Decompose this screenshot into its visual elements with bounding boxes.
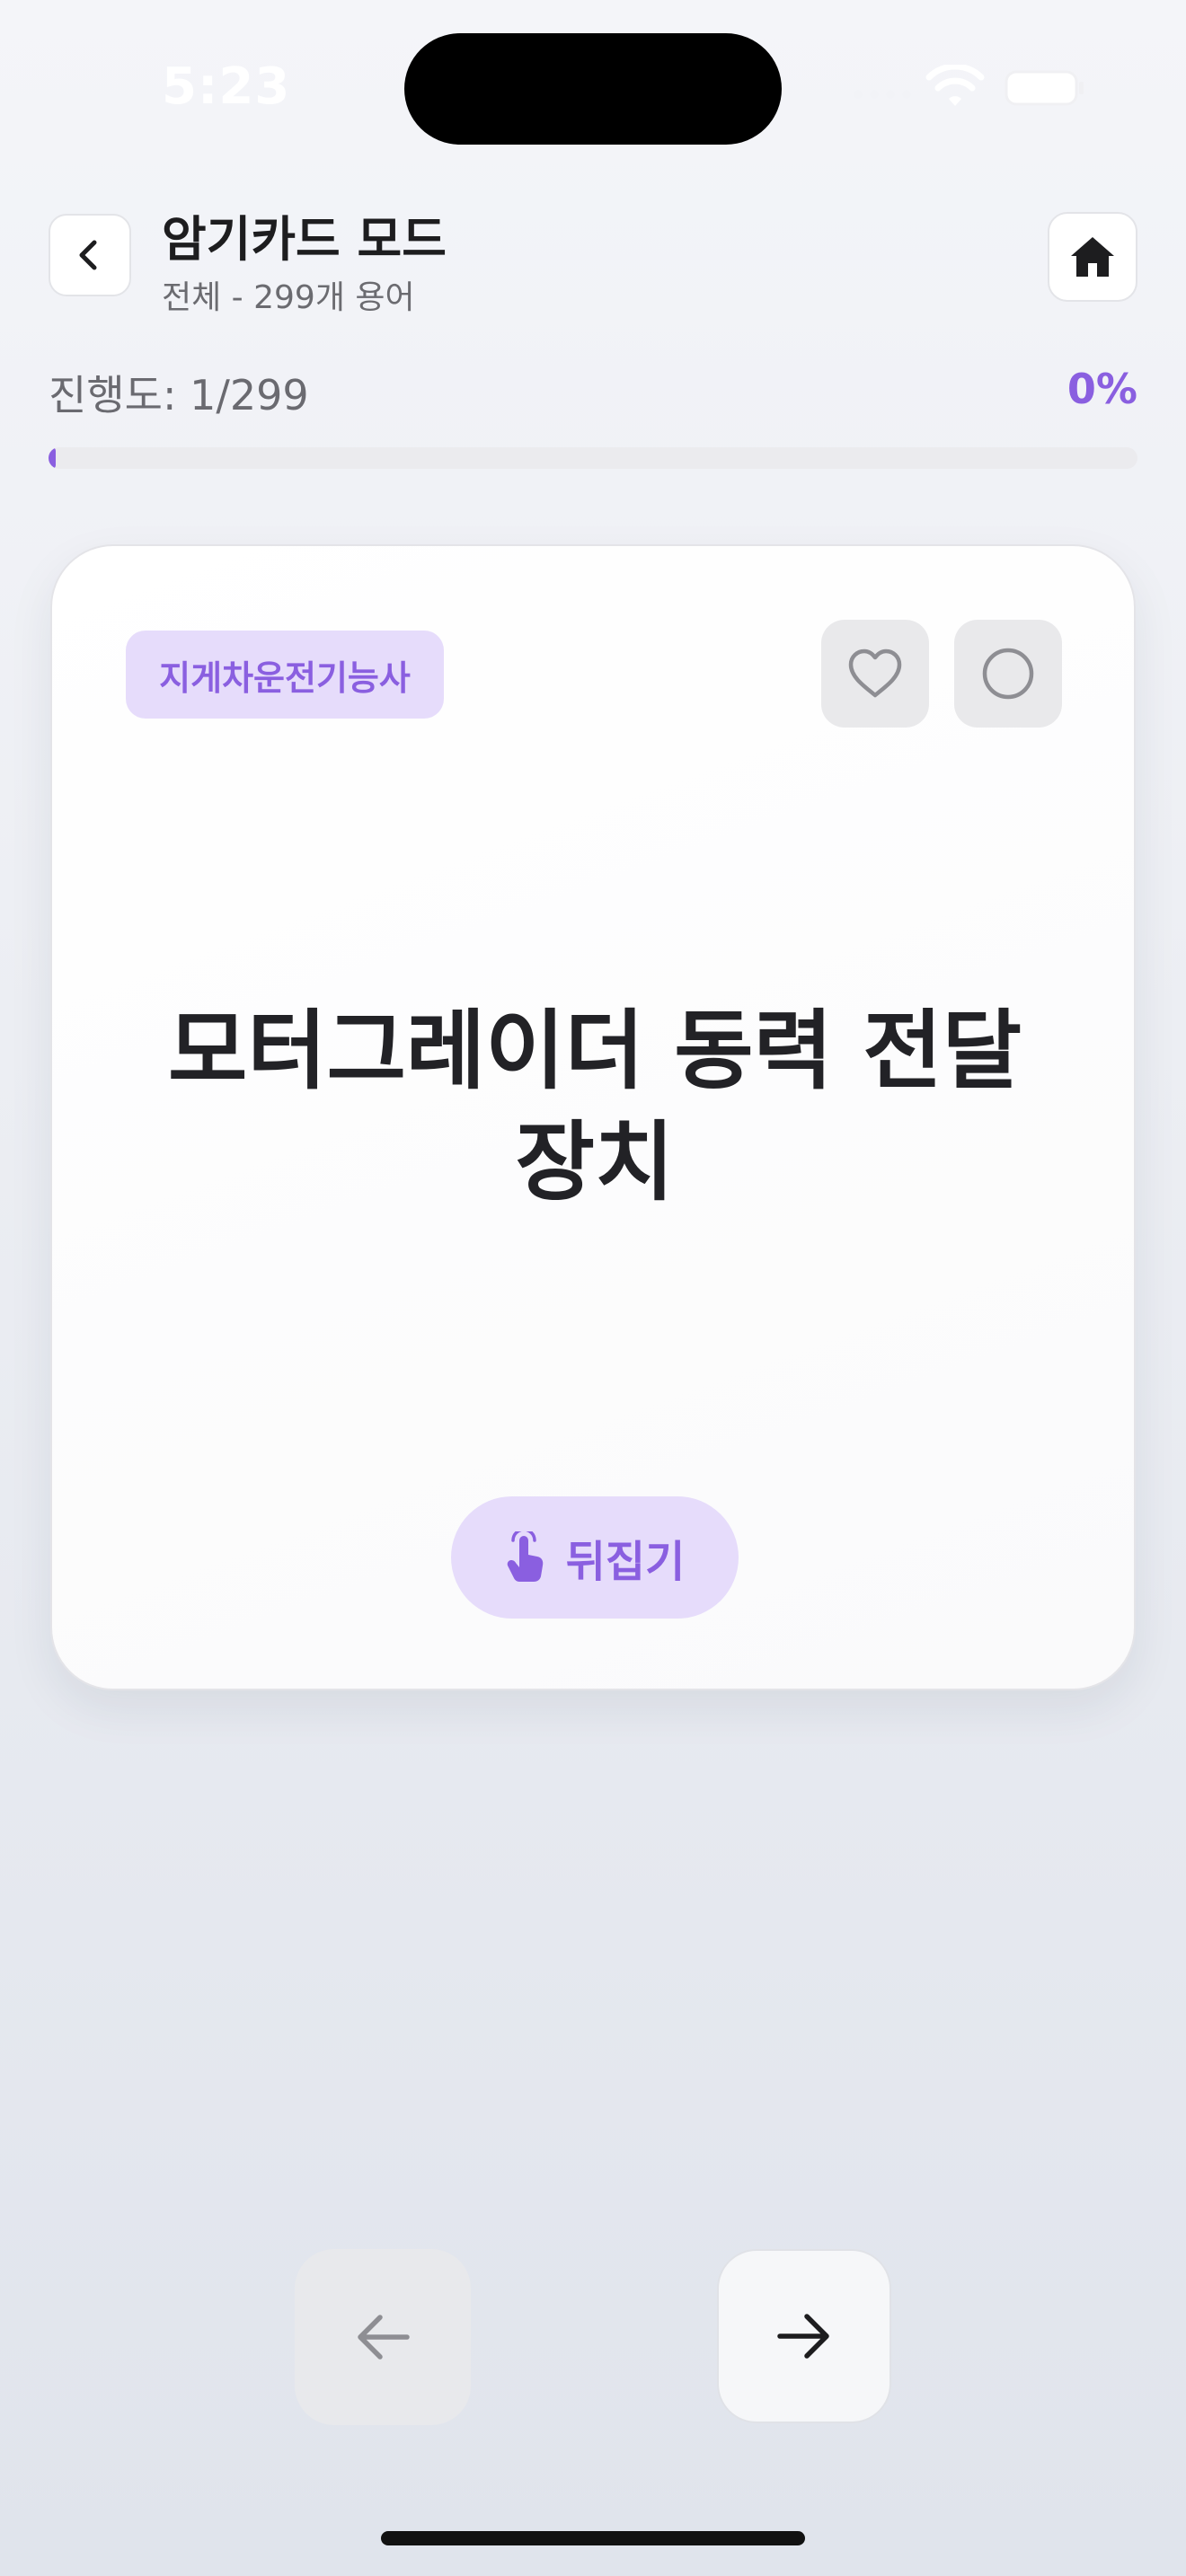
progress-label: 진행도: 1/299 xyxy=(49,371,309,419)
flashcard[interactable]: 지게차운전기능사 모터그레이더 동력 전달 장치 뒤집기 xyxy=(50,544,1136,1690)
back-button[interactable] xyxy=(49,214,131,296)
next-card-button[interactable] xyxy=(717,2249,891,2423)
progress-bar xyxy=(49,447,1137,469)
favorite-button[interactable] xyxy=(821,620,929,728)
page-subtitle: 전체 - 299개 용어 xyxy=(162,279,415,316)
category-badge: 지게차운전기능사 xyxy=(126,631,444,719)
home-icon xyxy=(1071,237,1114,277)
status-bar: 5:23 xyxy=(0,0,1186,171)
cellular-signal-icon xyxy=(854,90,911,99)
progress-percent: 0% xyxy=(1067,365,1137,413)
known-button[interactable] xyxy=(954,620,1062,728)
previous-card-button[interactable] xyxy=(295,2249,471,2425)
arrow-right-icon xyxy=(777,2314,829,2359)
progress-fill xyxy=(49,447,56,469)
circle-icon xyxy=(982,648,1034,700)
term-text: 모터그레이더 동력 전달 장치 xyxy=(167,1001,1022,1213)
flip-label: 뒤집기 xyxy=(565,1537,686,1587)
tap-hand-icon xyxy=(507,1531,543,1582)
heart-icon xyxy=(848,648,902,698)
dynamic-island xyxy=(404,33,782,145)
home-button[interactable] xyxy=(1048,212,1137,302)
flip-button[interactable]: 뒤집기 xyxy=(451,1496,739,1619)
wifi-icon xyxy=(925,65,985,106)
page-title: 암기카드 모드 xyxy=(162,211,447,268)
battery-icon xyxy=(1005,70,1084,106)
arrow-left-icon xyxy=(358,2315,410,2360)
home-indicator xyxy=(381,2531,805,2545)
chevron-left-icon xyxy=(79,240,97,270)
status-time: 5:23 xyxy=(162,57,291,116)
